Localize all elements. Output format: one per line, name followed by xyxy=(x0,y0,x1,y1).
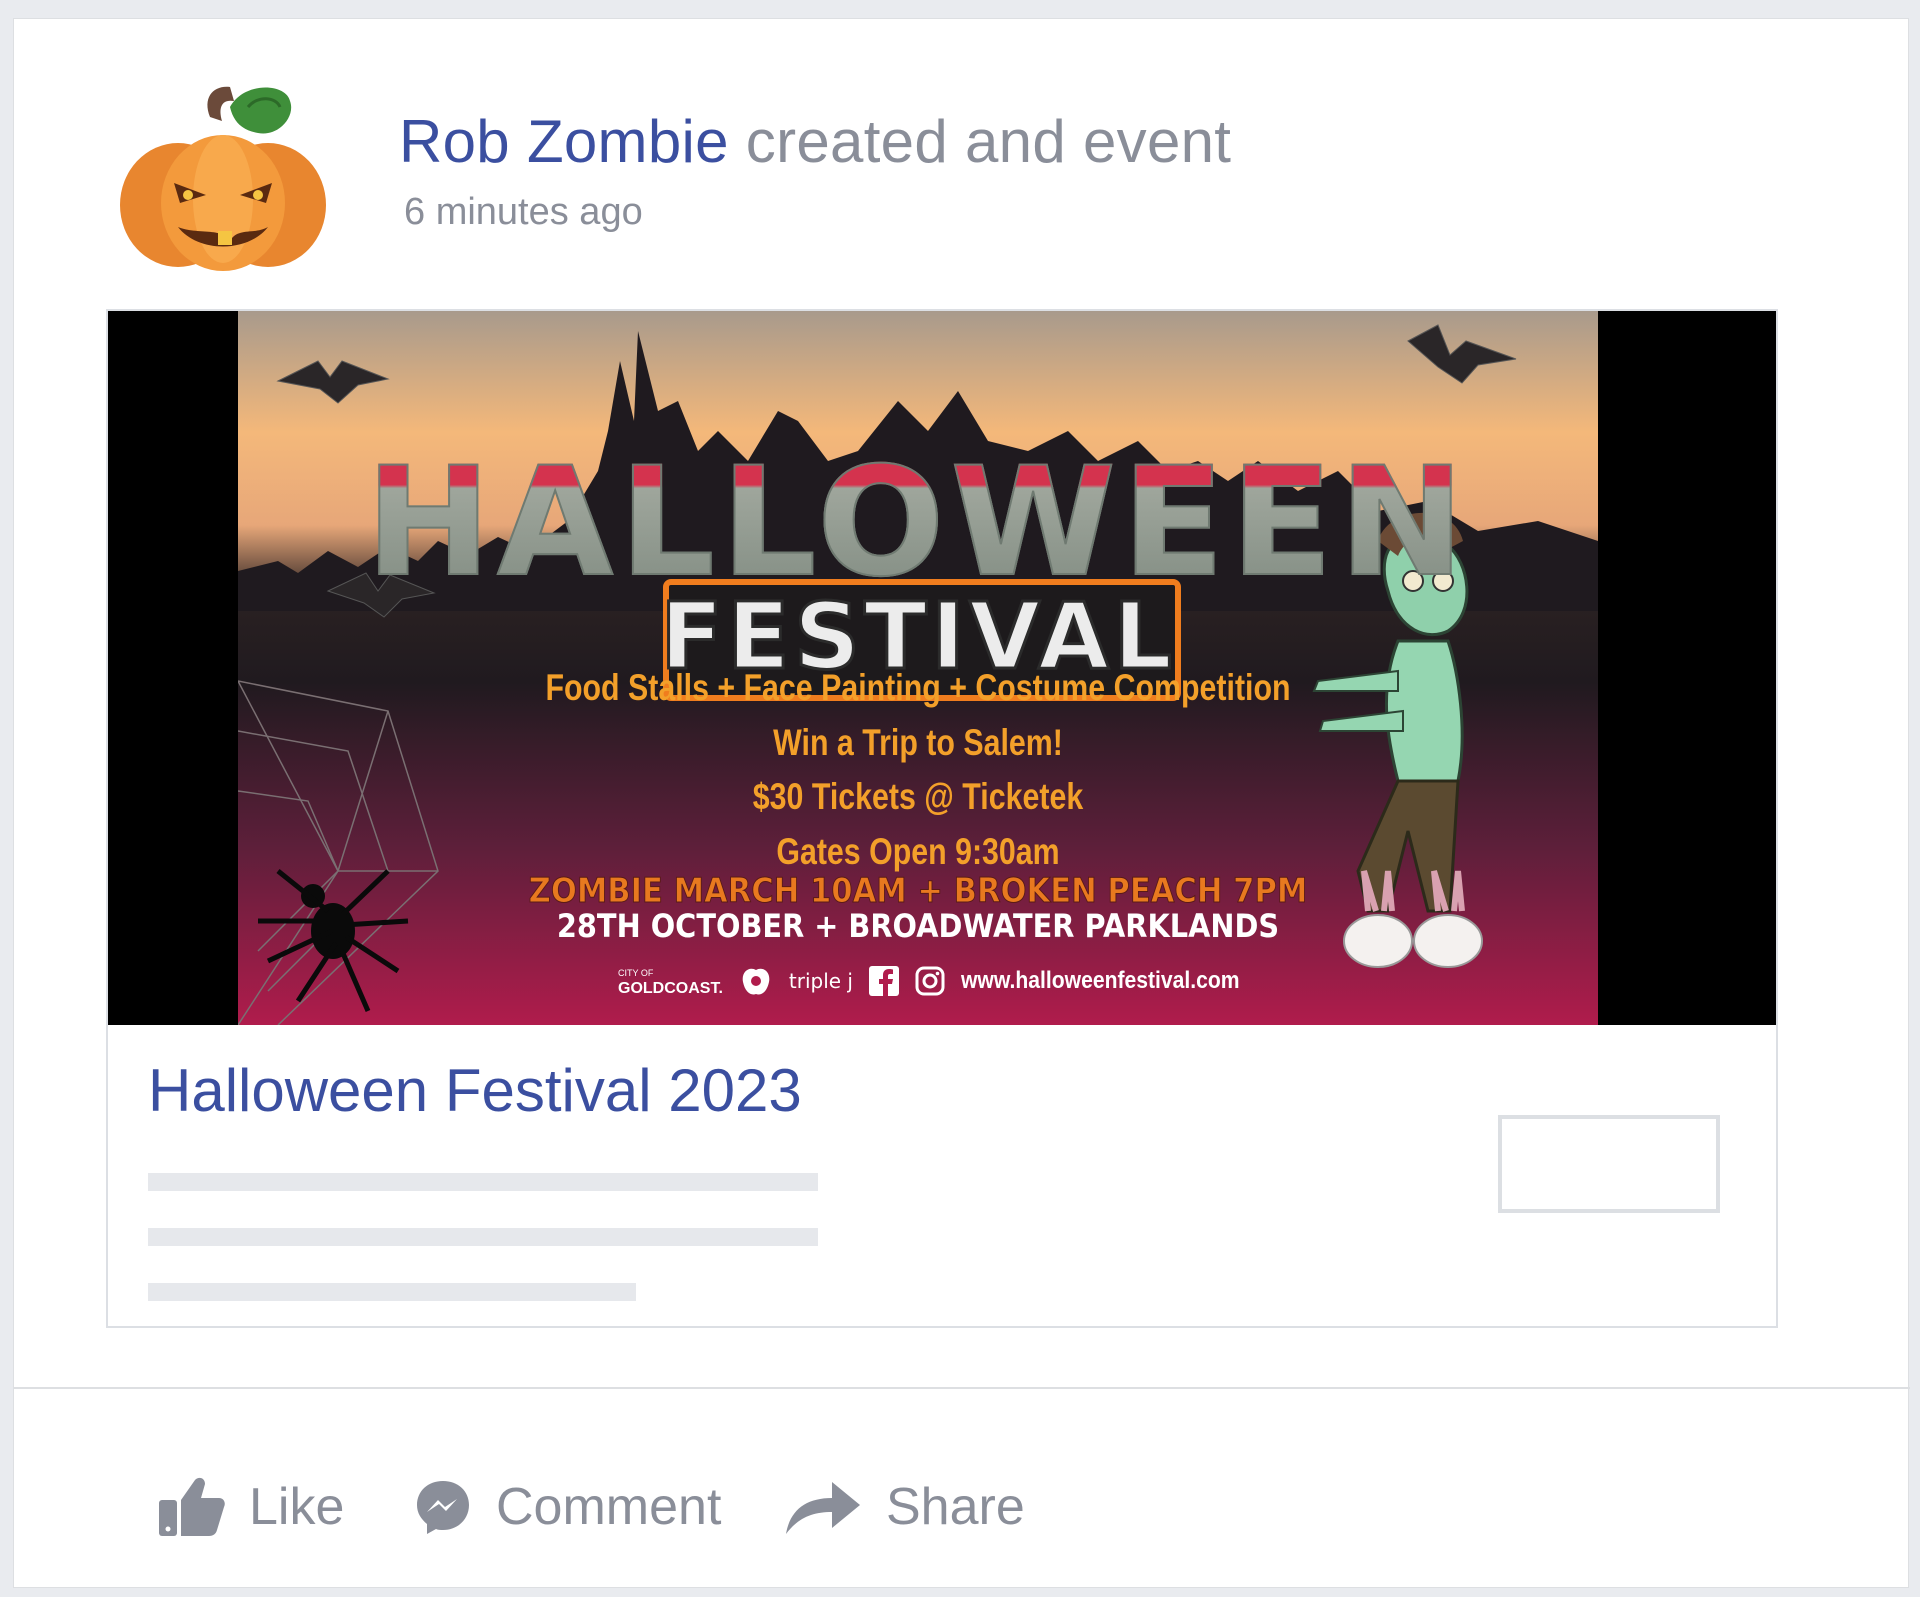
like-label: Like xyxy=(249,1478,345,1536)
post-header: Rob Zombie created and event xyxy=(399,107,1231,176)
sponsor-triplej: triple j xyxy=(788,969,853,993)
event-banner[interactable]: HALLOWEEN FESTIVAL Food Stalls + Face Pa… xyxy=(108,311,1776,1025)
instagram-icon xyxy=(915,966,945,996)
skeleton-line xyxy=(148,1228,818,1246)
banner-website: www.halloweenfestival.com xyxy=(960,967,1240,994)
banner-line-prize: Win a Trip to Salem! xyxy=(773,722,1063,763)
event-card[interactable]: HALLOWEEN FESTIVAL Food Stalls + Face Pa… xyxy=(106,309,1778,1328)
share-arrow-icon xyxy=(786,1482,860,1534)
post-card: Rob Zombie created and event 6 minutes a… xyxy=(13,18,1910,1588)
comment-button[interactable]: Comment xyxy=(414,1467,721,1547)
messenger-icon xyxy=(417,1481,469,1534)
skeleton-line xyxy=(148,1283,636,1301)
event-banner-art: HALLOWEEN FESTIVAL Food Stalls + Face Pa… xyxy=(238,311,1598,1025)
sponsor-city-name: GOLDCOAST. xyxy=(618,980,723,997)
banner-line-activities: Food Stalls + Face Painting + Costume Co… xyxy=(545,667,1291,708)
banner-line-schedule: ZOMBIE MARCH 10AM + BROKEN PEACH 7PM xyxy=(528,871,1308,912)
pumpkin-icon[interactable] xyxy=(118,77,328,277)
event-title[interactable]: Halloween Festival 2023 xyxy=(148,1056,802,1125)
comment-label: Comment xyxy=(496,1478,722,1536)
banner-line-date-venue: 28TH OCTOBER + BROADWATER PARKLANDS xyxy=(556,907,1280,945)
facebook-icon xyxy=(868,966,899,996)
skeleton-line xyxy=(148,1173,818,1191)
post-action-text: created and event xyxy=(745,108,1232,175)
share-button[interactable]: Share xyxy=(784,1467,1025,1547)
actions-divider xyxy=(14,1387,1910,1389)
event-placeholder-button[interactable] xyxy=(1498,1115,1720,1213)
sponsor-strip: CITY OF GOLDCOAST. triple j www.hallowee… xyxy=(618,961,1298,1001)
banner-line-tickets: $30 Tickets @ Ticketek xyxy=(752,776,1084,817)
bat-icon xyxy=(276,360,390,404)
sponsor-goldcoast: CITY OF GOLDCOAST. xyxy=(618,965,723,997)
post-timestamp[interactable]: 6 minutes ago xyxy=(404,191,643,234)
sponsor-city-small: CITY OF xyxy=(618,968,654,978)
bat-icon xyxy=(1407,324,1517,384)
thumbs-up-icon xyxy=(159,1477,225,1536)
banner-line-gates: Gates Open 9:30am xyxy=(776,831,1060,872)
like-button[interactable]: Like xyxy=(159,1467,344,1547)
apple-badge-icon xyxy=(742,968,770,995)
share-label: Share xyxy=(886,1478,1025,1536)
author-name[interactable]: Rob Zombie xyxy=(399,108,729,175)
